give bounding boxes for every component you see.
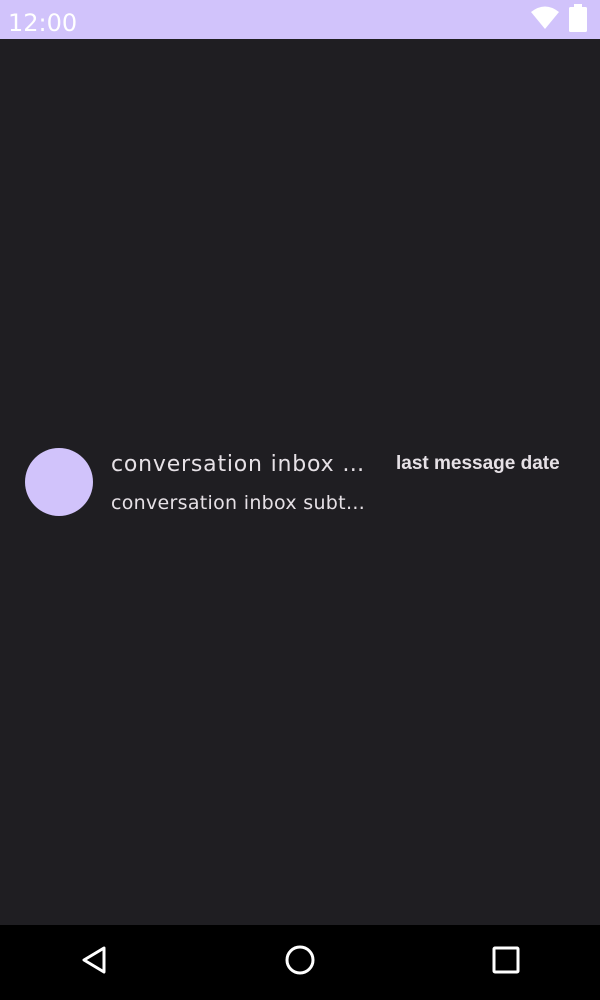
battery-icon	[568, 3, 588, 37]
last-message-date: last message date	[396, 453, 560, 474]
home-icon	[284, 944, 316, 981]
conversation-list-item[interactable]: conversation inbox title conversation in…	[0, 442, 600, 532]
conversation-title: conversation inbox title	[111, 452, 373, 477]
conversation-inbox-list: conversation inbox title conversation in…	[0, 39, 600, 925]
status-bar: 12:00	[0, 0, 600, 39]
wifi-icon	[530, 6, 560, 35]
app-screen: 12:00 conversation inbox title conversat…	[0, 0, 600, 1000]
recents-button[interactable]	[486, 942, 526, 982]
back-icon	[80, 945, 110, 980]
conversation-subtitle: conversation inbox subtitle	[111, 492, 369, 514]
navigation-bar	[0, 925, 600, 1000]
recents-icon	[491, 945, 521, 980]
status-icons	[530, 3, 588, 37]
back-button[interactable]	[75, 942, 115, 982]
status-time: 12:00	[8, 9, 78, 37]
avatar	[25, 448, 93, 516]
home-button[interactable]	[280, 942, 320, 982]
